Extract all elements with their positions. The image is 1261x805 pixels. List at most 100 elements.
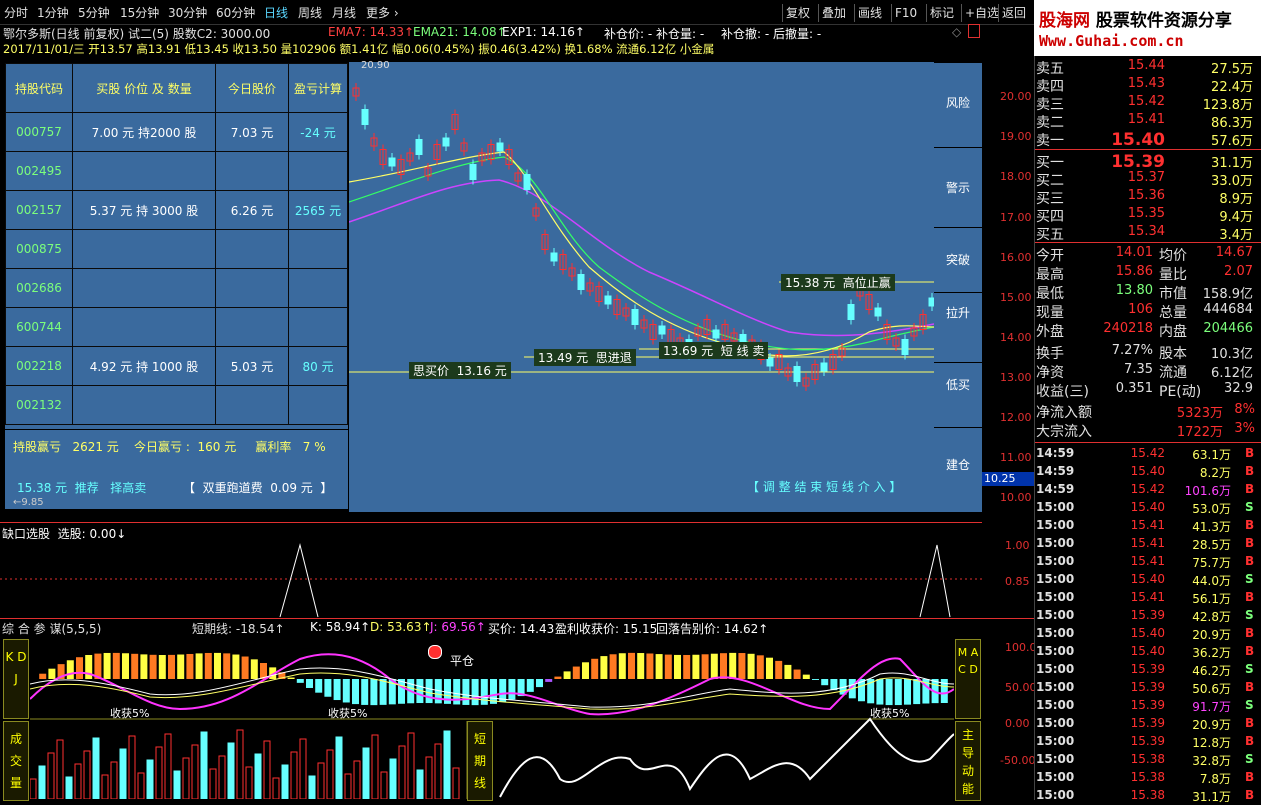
top-mark: 20.90 bbox=[361, 60, 390, 71]
window-box-icon[interactable] bbox=[968, 24, 980, 38]
menu-15min[interactable]: 15分钟 bbox=[120, 4, 159, 21]
tick-time: 15:00 bbox=[1036, 518, 1075, 532]
low-mark: ←9.85 bbox=[13, 497, 44, 508]
volume-bar bbox=[110, 761, 118, 799]
histogram-bar bbox=[315, 679, 323, 693]
tick-price: 15.41 bbox=[1130, 590, 1165, 604]
draw-line-button[interactable]: 画线 bbox=[854, 4, 885, 22]
price-cell bbox=[215, 151, 289, 191]
menu-monthly[interactable]: 月线 bbox=[332, 4, 356, 21]
ema21-value: EMA21: 14.08↑ bbox=[413, 25, 507, 39]
col-buy: 买股 价位 及 数量 bbox=[72, 63, 216, 113]
overlay-button[interactable]: 叠加 bbox=[818, 4, 849, 22]
code-cell: 000757 bbox=[5, 112, 73, 152]
f10-button[interactable]: F10 bbox=[891, 4, 920, 22]
lift-button[interactable]: 拉升 bbox=[934, 292, 982, 363]
code-cell: 002132 bbox=[5, 385, 73, 425]
tick-price: 15.41 bbox=[1130, 554, 1165, 568]
histogram-bar bbox=[76, 657, 83, 679]
warning-button[interactable]: 警示 bbox=[934, 147, 982, 228]
histogram-bar bbox=[241, 656, 249, 679]
gap-spike-2 bbox=[919, 544, 951, 618]
kdj-tab[interactable]: K D J bbox=[3, 639, 29, 719]
table-row[interactable]: 002132 bbox=[5, 385, 348, 425]
fuquan-button[interactable]: 复权 bbox=[782, 4, 813, 22]
histogram-bar bbox=[701, 654, 709, 679]
menu-1min[interactable]: 1分钟 bbox=[37, 4, 69, 21]
volume-bar bbox=[452, 767, 460, 799]
gap-svg bbox=[0, 543, 982, 618]
histogram-bar bbox=[425, 679, 433, 704]
histogram-bar bbox=[600, 656, 608, 679]
menu-60min[interactable]: 60分钟 bbox=[216, 4, 255, 21]
add-watchlist-button[interactable]: +自选 bbox=[961, 4, 1002, 22]
back-button[interactable]: 返回 bbox=[998, 4, 1029, 22]
histogram-bar bbox=[214, 652, 221, 679]
low-buy-button[interactable]: 低买 bbox=[934, 362, 982, 428]
volume-bar bbox=[308, 775, 316, 799]
think-buy-label: 思买价 13.16 元 bbox=[409, 362, 511, 379]
table-row[interactable]: 002686 bbox=[5, 268, 348, 308]
macd-tab[interactable]: M A C D bbox=[955, 639, 981, 719]
histogram-bar bbox=[563, 671, 571, 679]
diamond-icon[interactable]: ◇ bbox=[952, 25, 961, 39]
menu-fenshi[interactable]: 分时 bbox=[4, 4, 28, 21]
histogram-bar bbox=[904, 679, 911, 705]
bid-volume: 9.4万 bbox=[1219, 210, 1253, 225]
period-menu-bar: 分时 1分钟 5分钟 15分钟 30分钟 60分钟 日线 周线 月线 更多 › … bbox=[0, 0, 1034, 25]
code-cell: 000875 bbox=[5, 229, 73, 269]
histogram-bar bbox=[536, 679, 543, 688]
price-cell: 7.03 元 bbox=[215, 112, 289, 152]
tick-volume: 56.1万 bbox=[1192, 592, 1231, 606]
buy-cell: 4.92 元 持 1000 股 bbox=[72, 346, 216, 386]
table-row[interactable]: 002495 bbox=[5, 151, 348, 191]
table-row[interactable]: 000875 bbox=[5, 229, 348, 269]
buy-cell bbox=[72, 229, 216, 269]
histogram-bar bbox=[361, 679, 369, 705]
histogram-bar bbox=[471, 679, 479, 706]
tick-price: 15.40 bbox=[1130, 464, 1165, 478]
histogram-bar bbox=[296, 679, 304, 683]
volume-bar bbox=[173, 770, 181, 799]
risk-button[interactable]: 风险 bbox=[934, 62, 982, 148]
price-cell bbox=[215, 268, 289, 308]
tick-side: S bbox=[1245, 752, 1254, 766]
table-row[interactable]: 600744 bbox=[5, 307, 348, 347]
price-cell: 6.26 元 bbox=[215, 190, 289, 230]
volume-bar bbox=[209, 768, 217, 799]
menu-30min[interactable]: 30分钟 bbox=[168, 4, 207, 21]
histogram-bar bbox=[204, 652, 212, 679]
build-position-button[interactable]: 建仓 bbox=[934, 427, 982, 513]
volume-bar bbox=[38, 765, 46, 799]
histogram-bar bbox=[720, 653, 727, 679]
volume-bar bbox=[227, 742, 235, 799]
histogram-bar bbox=[370, 679, 378, 706]
volume-bar bbox=[47, 752, 55, 799]
volume-bar bbox=[290, 751, 298, 799]
bid-price: 15.37 bbox=[1127, 170, 1165, 185]
tick-price: 15.40 bbox=[1130, 644, 1165, 658]
kline-chart[interactable]: 20.90 15.38 元 高位止赢 13.69 元 短 线 卖 13.49 元… bbox=[348, 60, 936, 512]
histogram-bar bbox=[545, 679, 553, 682]
volume-bar bbox=[65, 776, 73, 799]
table-row[interactable]: 002218 4.92 元 持 1000 股 5.03 元 80 元 bbox=[5, 346, 348, 386]
quote-divider bbox=[1035, 242, 1261, 243]
volume-bar bbox=[182, 757, 190, 799]
tick-side: B bbox=[1245, 680, 1255, 694]
table-row[interactable]: 000757 7.00 元 持2000 股 7.03 元 -24 元 bbox=[5, 112, 348, 152]
mark-button[interactable]: 标记 bbox=[926, 4, 957, 22]
menu-more[interactable]: 更多 › bbox=[366, 4, 399, 21]
current-price-marker: 10.25 bbox=[982, 472, 1034, 486]
histogram-bar bbox=[112, 652, 120, 679]
tick-time: 15:00 bbox=[1036, 716, 1075, 730]
histogram-bar bbox=[756, 655, 764, 679]
table-row[interactable]: 002157 5.37 元 持 3000 股 6.26 元 2565 元 bbox=[5, 190, 348, 230]
stat-value: 106 bbox=[1128, 302, 1153, 317]
volume-tab[interactable]: 成 交 量 bbox=[3, 721, 29, 801]
tick-time: 14:59 bbox=[1036, 464, 1075, 478]
menu-weekly[interactable]: 周线 bbox=[298, 4, 322, 21]
menu-daily[interactable]: 日线 bbox=[264, 4, 288, 21]
force-tab[interactable]: 主 导 动 能 bbox=[955, 721, 981, 801]
menu-5min[interactable]: 5分钟 bbox=[78, 4, 110, 21]
breakout-button[interactable]: 突破 bbox=[934, 227, 982, 293]
